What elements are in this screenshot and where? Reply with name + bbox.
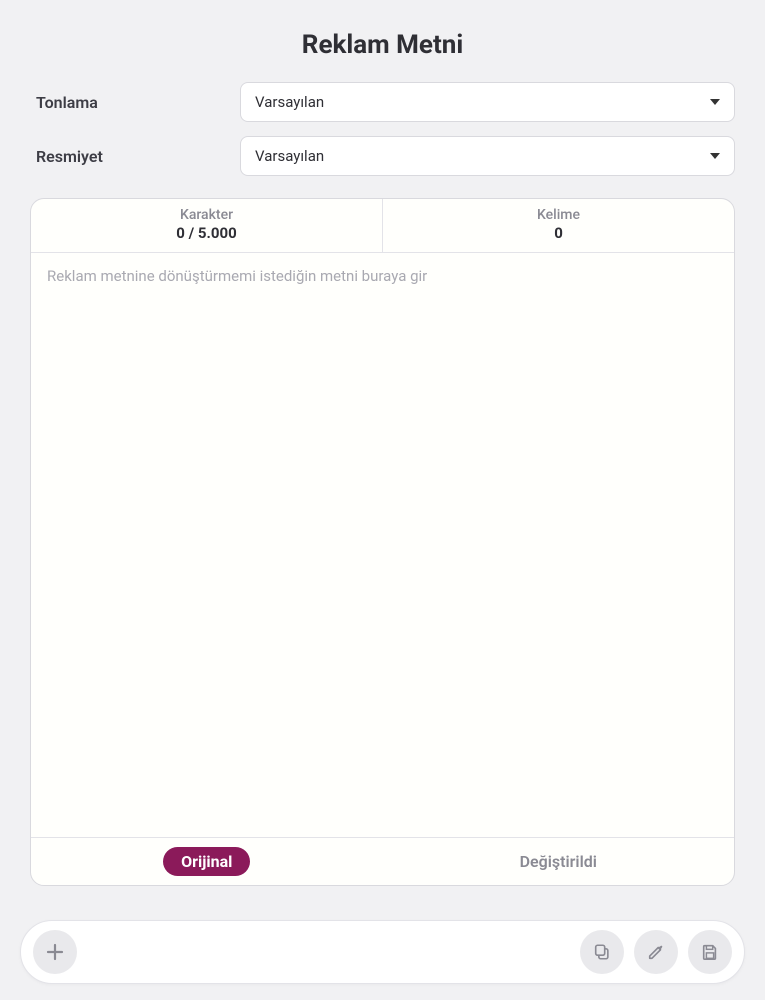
plus-icon [45, 942, 65, 962]
word-stat-value: 0 [383, 224, 734, 242]
word-stat-label: Kelime [383, 207, 734, 223]
char-stat-value: 0 / 5.000 [31, 224, 382, 242]
chevron-down-icon [710, 153, 720, 159]
formality-select[interactable]: Varsayılan [240, 136, 735, 176]
add-button[interactable] [33, 930, 77, 974]
tone-select-value: Varsayılan [255, 93, 324, 111]
main-text-input[interactable] [31, 253, 734, 833]
tab-changed[interactable]: Değiştirildi [383, 838, 735, 885]
char-stat: Karakter 0 / 5.000 [31, 199, 383, 252]
edit-icon [647, 943, 665, 961]
page-title: Reklam Metni [30, 30, 735, 60]
tone-label: Tonlama [30, 93, 240, 112]
editor-card: Karakter 0 / 5.000 Kelime 0 Orijinal Değ… [30, 198, 735, 886]
tabs-row: Orijinal Değiştirildi [31, 837, 734, 885]
char-stat-label: Karakter [31, 207, 382, 223]
formality-select-value: Varsayılan [255, 147, 324, 165]
save-icon [701, 943, 719, 961]
tone-select[interactable]: Varsayılan [240, 82, 735, 122]
formality-row: Resmiyet Varsayılan [30, 136, 735, 176]
bottom-toolbar [20, 920, 745, 984]
copy-icon [593, 943, 611, 961]
save-button[interactable] [688, 930, 732, 974]
copy-button[interactable] [580, 930, 624, 974]
tab-original[interactable]: Orijinal [31, 838, 383, 885]
chevron-down-icon [710, 99, 720, 105]
tab-original-label: Orijinal [163, 847, 250, 876]
word-stat: Kelime 0 [383, 199, 734, 252]
formality-label: Resmiyet [30, 147, 240, 166]
edit-button[interactable] [634, 930, 678, 974]
stats-row: Karakter 0 / 5.000 Kelime 0 [31, 199, 734, 253]
tab-changed-label: Değiştirildi [520, 852, 597, 871]
tone-row: Tonlama Varsayılan [30, 82, 735, 122]
